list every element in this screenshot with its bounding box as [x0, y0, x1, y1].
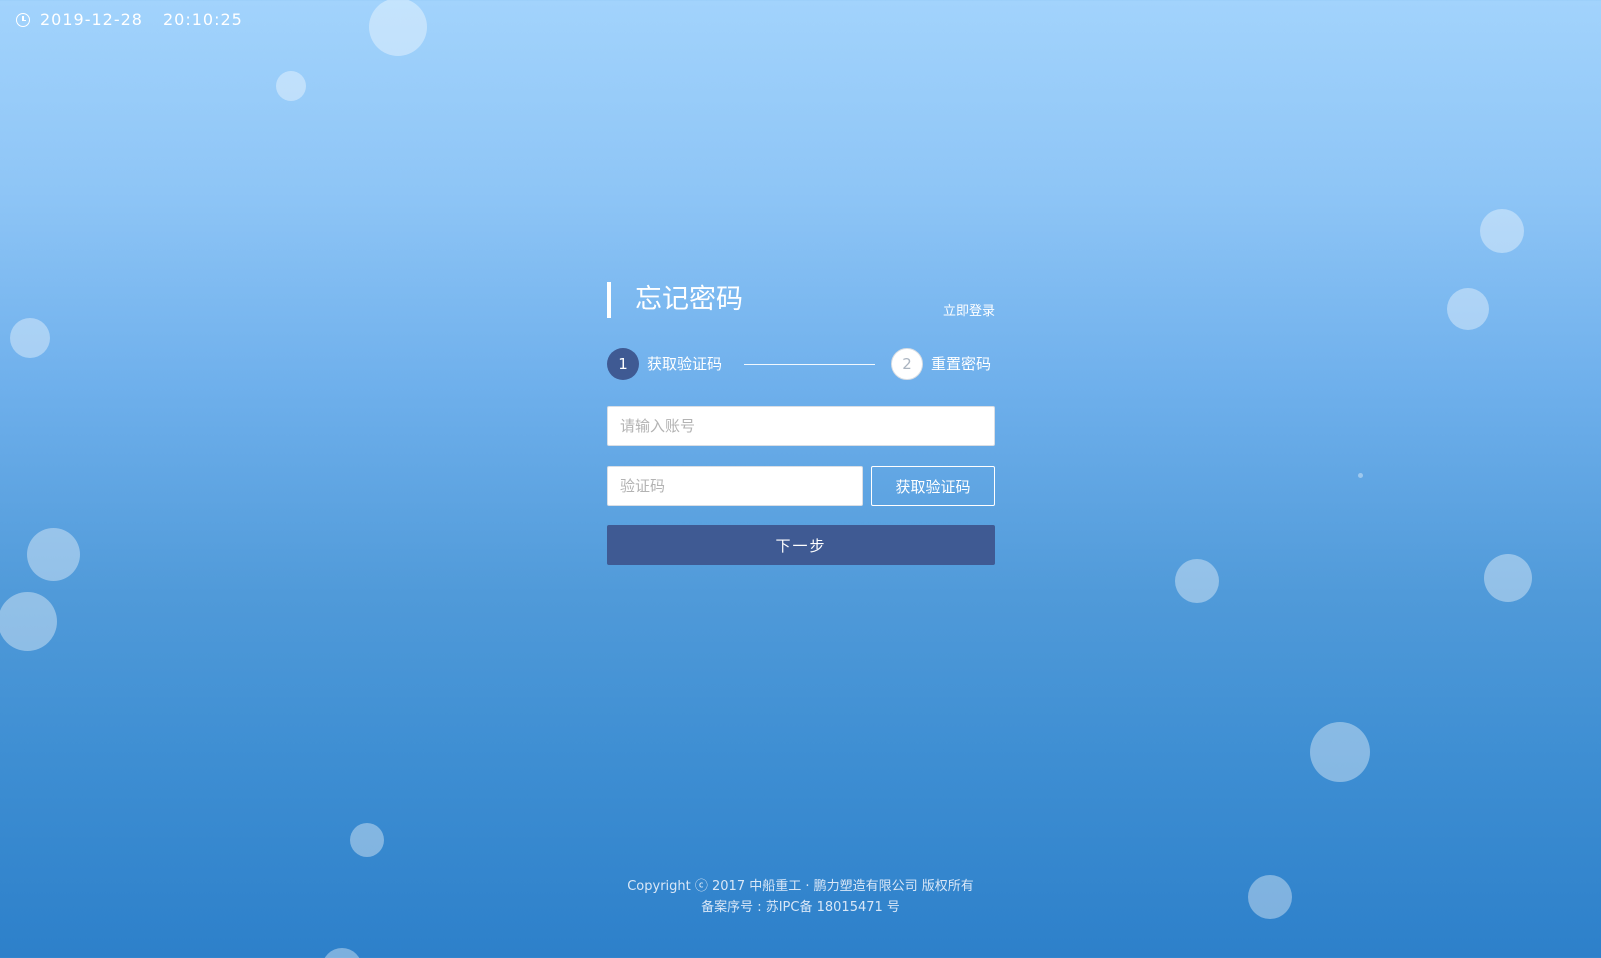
verification-code-input[interactable]: [607, 466, 863, 506]
login-now-link[interactable]: 立即登录: [943, 300, 995, 319]
get-verification-code-button[interactable]: 获取验证码: [871, 466, 995, 506]
title-accent-bar: [607, 282, 611, 318]
step-indicator: 1 获取验证码 2 重置密码: [607, 348, 995, 380]
icp-record-text: 备案序号 : 苏IPC备 18015471 号: [701, 900, 900, 915]
decorative-bubble: [10, 318, 50, 358]
footer: Copyright ⓒ 2017 中船重工 · 鹏力塑造有限公司 版权所有 备案…: [0, 876, 1601, 918]
forgot-password-panel: 忘记密码 立即登录 1 获取验证码 2 重置密码 获取验证码 下一步: [607, 282, 995, 565]
step-1-circle: 1: [607, 348, 639, 380]
current-date: 2019-12-28: [40, 10, 143, 29]
decorative-bubble: [1358, 473, 1363, 478]
datetime-display: 2019-12-28 20:10:25: [16, 10, 243, 29]
copyright-text: Copyright ⓒ 2017 中船重工 · 鹏力塑造有限公司 版权所有: [627, 879, 974, 894]
decorative-bubble: [1447, 288, 1489, 330]
decorative-bubble: [1175, 559, 1219, 603]
step-2-circle: 2: [891, 348, 923, 380]
decorative-bubble: [1480, 209, 1524, 253]
step-2-label: 重置密码: [931, 355, 992, 373]
decorative-bubble: [350, 823, 384, 857]
decorative-bubble: [1484, 554, 1532, 602]
clock-icon: [16, 12, 30, 27]
decorative-bubble: [1310, 722, 1370, 782]
current-time: 20:10:25: [162, 10, 243, 29]
step-connector-line: [744, 364, 875, 365]
decorative-bubble: [0, 592, 57, 651]
account-input[interactable]: [607, 406, 995, 446]
step-1-label: 获取验证码: [647, 355, 723, 373]
panel-header: 忘记密码 立即登录: [607, 282, 995, 319]
decorative-bubble: [27, 528, 80, 581]
decorative-bubble: [276, 71, 306, 101]
next-step-button[interactable]: 下一步: [607, 525, 995, 565]
decorative-bubble: [369, 0, 427, 56]
decorative-bubble: [322, 948, 362, 958]
page-title: 忘记密码: [635, 284, 743, 315]
